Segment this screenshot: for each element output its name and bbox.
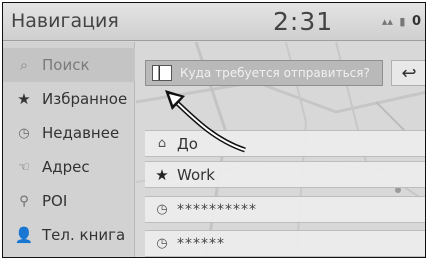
- star-icon: ★: [155, 165, 169, 184]
- app-title: Навигация: [11, 10, 119, 32]
- sidebar-item-label: Избранное: [42, 90, 128, 108]
- status-bar: Навигация 2:31 ▴▴ ▮ 0: [3, 3, 425, 41]
- sidebar-item-address[interactable]: ☜ Адрес: [3, 150, 135, 184]
- sidebar-item-label: Поиск: [42, 56, 90, 74]
- list-item-recent-1[interactable]: ◷ **********: [145, 196, 425, 223]
- sidebar-item-label: POI: [42, 192, 68, 210]
- sidebar-item-search[interactable]: ⌕ Поиск: [3, 48, 135, 82]
- nav-screen: Навигация 2:31 ▴▴ ▮ 0 ⌕ Поиск ★ Избранно…: [2, 2, 426, 258]
- clock-icon: ◷: [156, 202, 168, 217]
- list-item-label: ******: [177, 235, 225, 252]
- address-icon: ☜: [18, 159, 30, 175]
- star-icon: ★: [17, 90, 31, 108]
- sidebar-item-recent[interactable]: ◷ Недавнее: [3, 116, 135, 150]
- search-placeholder: Куда требуется отправиться?: [180, 66, 370, 80]
- pin-icon: ⚲: [19, 193, 29, 209]
- list-item-label: **********: [177, 201, 257, 218]
- clock-icon: ◷: [156, 236, 168, 251]
- keyboard-icon: [152, 65, 172, 81]
- list-item-home[interactable]: ⌂ До: [145, 130, 425, 157]
- battery-icon: ▮: [399, 15, 406, 28]
- signal-icon: ▴▴: [381, 15, 393, 28]
- home-icon: ⌂: [157, 136, 167, 151]
- sidebar-item-label: Адрес: [42, 158, 90, 176]
- sidebar-item-phonebook[interactable]: 👤 Тел. книга: [3, 218, 135, 252]
- list-item-label: До: [177, 134, 198, 153]
- clock: 2:31: [273, 7, 334, 36]
- battery-level: 0: [411, 14, 421, 29]
- sidebar: ⌕ Поиск ★ Избранное ◷ Недавнее ☜ Адрес ⚲…: [3, 42, 135, 257]
- clock-icon: ◷: [18, 125, 30, 141]
- sidebar-item-label: Недавнее: [42, 124, 120, 142]
- list-item-work[interactable]: ★ Work: [145, 161, 425, 188]
- sidebar-item-poi[interactable]: ⚲ POI: [3, 184, 135, 218]
- sidebar-item-favorites[interactable]: ★ Избранное: [3, 82, 135, 116]
- list-item-label: Work: [177, 165, 215, 184]
- list-item-recent-2[interactable]: ◷ ******: [145, 230, 425, 257]
- person-icon: 👤: [14, 226, 34, 244]
- back-arrow-icon: ↩: [401, 62, 417, 84]
- back-button[interactable]: ↩: [391, 60, 425, 86]
- sidebar-item-label: Тел. книга: [42, 226, 126, 244]
- search-input[interactable]: Куда требуется отправиться?: [145, 60, 383, 86]
- status-icons: ▴▴ ▮ 0: [379, 14, 421, 29]
- search-icon: ⌕: [19, 56, 29, 74]
